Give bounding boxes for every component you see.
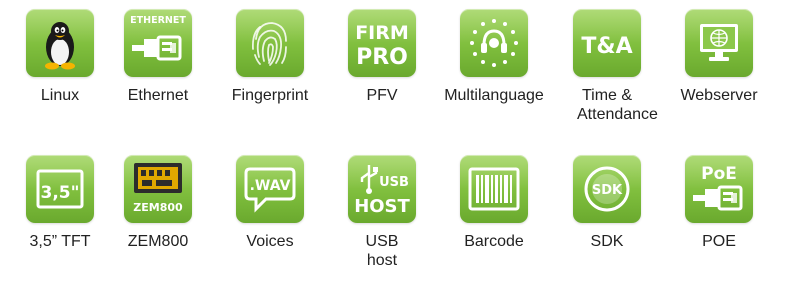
feature-label: Time & Attendance <box>577 87 658 123</box>
feature-time-attendance: T&A Time & Attendance <box>551 9 663 124</box>
feature-webserver: Webserver <box>663 9 775 105</box>
fingerprint-icon <box>236 9 304 77</box>
usb-host-icon: USB HOST <box>348 155 416 223</box>
feature-label: Linux <box>40 87 80 104</box>
webserver-icon <box>685 9 753 77</box>
svg-text:3,5": 3,5" <box>41 183 80 203</box>
feature-poe: PoE POE <box>663 155 775 251</box>
feature-usb-host: USB HOST USB host <box>326 155 438 270</box>
feature-label: ZEM800 <box>127 233 189 250</box>
ethernet-icon: ETHERNET <box>124 9 192 77</box>
feature-barcode: Barcode <box>438 155 550 251</box>
feature-fingerprint: Fingerprint <box>214 9 326 105</box>
feature-label: 3,5” TFT <box>29 233 91 250</box>
linux-penguin-icon <box>26 9 94 77</box>
feature-label: Voices <box>246 233 294 250</box>
feature-label: Ethernet <box>127 87 189 104</box>
svg-text:T&A: T&A <box>581 34 632 59</box>
firm-pro-icon: FIRM PRO <box>348 9 416 77</box>
feature-voices: .WAV Voices <box>214 155 326 251</box>
feature-label: SDK <box>590 233 624 250</box>
feature-label: USB host <box>365 233 399 269</box>
svg-text:SDK: SDK <box>592 183 623 198</box>
feature-multilanguage: Multilanguage <box>438 9 550 105</box>
zem800-chip-icon: ZEM800 <box>124 155 192 223</box>
feature-label: Barcode <box>464 233 524 250</box>
tft-screen-icon: 3,5" <box>26 155 94 223</box>
feature-grid: Linux ETHERNET Ethernet Fingerprint FIRM… <box>0 0 787 294</box>
svg-text:HOST: HOST <box>354 196 410 217</box>
multilanguage-icon <box>460 9 528 77</box>
svg-text:.WAV: .WAV <box>250 178 291 194</box>
feature-sdk: SDK SDK <box>551 155 663 251</box>
svg-text:PRO: PRO <box>356 45 408 70</box>
wav-voice-icon: .WAV <box>236 155 304 223</box>
feature-label: Webserver <box>680 87 758 104</box>
svg-text:FIRM: FIRM <box>355 22 409 44</box>
poe-icon: PoE <box>685 155 753 223</box>
feature-pfv: FIRM PRO PFV <box>326 9 438 105</box>
svg-text:PoE: PoE <box>701 164 737 184</box>
svg-text:USB: USB <box>379 175 409 190</box>
barcode-icon <box>460 155 528 223</box>
sdk-icon: SDK <box>573 155 641 223</box>
feature-label: Multilanguage <box>444 87 544 104</box>
feature-zem800: ZEM800 ZEM800 <box>102 155 214 251</box>
feature-tft: 3,5" 3,5” TFT <box>4 155 116 251</box>
time-attendance-icon: T&A <box>573 9 641 77</box>
feature-label: Fingerprint <box>231 87 309 104</box>
feature-label: POE <box>702 233 736 250</box>
svg-text:ZEM800: ZEM800 <box>133 201 183 214</box>
feature-label: PFV <box>366 87 398 104</box>
feature-linux: Linux <box>4 9 116 105</box>
feature-ethernet: ETHERNET Ethernet <box>102 9 214 105</box>
svg-text:ETHERNET: ETHERNET <box>130 15 186 26</box>
